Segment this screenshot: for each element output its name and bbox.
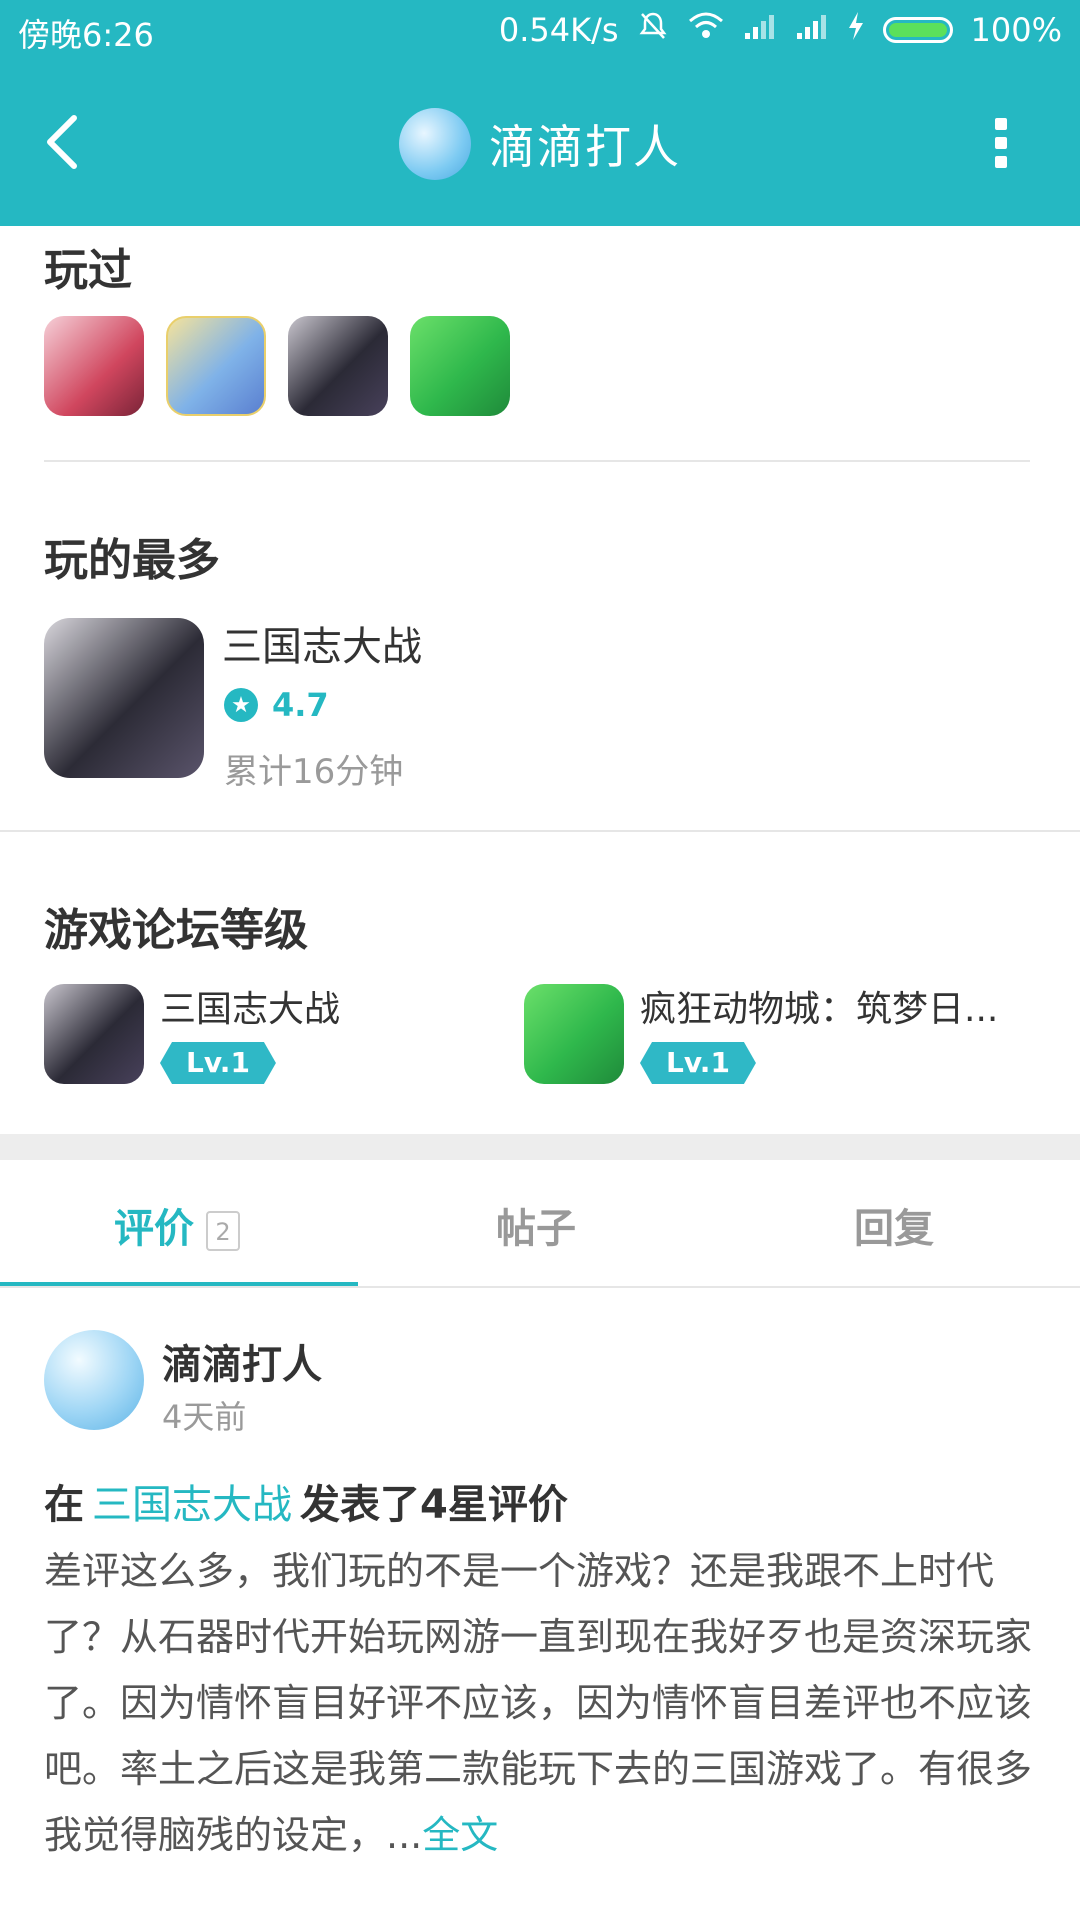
status-time: 傍晚6:26 bbox=[18, 16, 154, 54]
review-author-avatar[interactable] bbox=[44, 1330, 144, 1430]
divider bbox=[0, 1286, 1080, 1288]
battery-icon bbox=[882, 17, 953, 43]
review-time: 4天前 bbox=[162, 1398, 247, 1436]
level-badge-1: Lv.1 bbox=[160, 1042, 276, 1084]
wifi-icon bbox=[687, 11, 725, 49]
review-prefix: 在 bbox=[44, 1482, 84, 1528]
section-separator bbox=[0, 1134, 1080, 1160]
most-played-game-icon[interactable] bbox=[44, 618, 204, 778]
tab-reviews[interactable]: 评价 2 bbox=[114, 1196, 240, 1254]
status-right: 0.54K/s 100% bbox=[499, 10, 1062, 50]
forum-level-title: 游戏论坛等级 bbox=[44, 905, 308, 956]
bell-muted-icon bbox=[637, 10, 669, 50]
rating: ★ 4.7 bbox=[224, 686, 329, 724]
forum-game-name-1[interactable]: 三国志大战 bbox=[160, 980, 340, 1032]
read-more-link[interactable]: 全文 bbox=[422, 1813, 498, 1857]
header-title-group: 滴滴打人 bbox=[0, 108, 1080, 180]
game-icon-2[interactable] bbox=[166, 316, 266, 416]
review-game-link[interactable]: 三国志大战 bbox=[92, 1482, 292, 1528]
game-icon-4[interactable] bbox=[410, 316, 510, 416]
divider bbox=[44, 460, 1030, 462]
more-dot-icon bbox=[995, 137, 1007, 149]
star-icon: ★ bbox=[224, 688, 258, 722]
rating-value: 4.7 bbox=[272, 686, 329, 724]
level-badge-2: Lv.1 bbox=[640, 1042, 756, 1084]
header: 滴滴打人 bbox=[0, 62, 1080, 226]
more-menu-button[interactable] bbox=[994, 118, 1008, 168]
playtime: 累计16分钟 bbox=[224, 752, 404, 792]
battery-percent: 100% bbox=[970, 11, 1062, 49]
signal-icon-2 bbox=[795, 11, 829, 49]
top-bar: 傍晚6:26 0.54K/s 100% 滴滴打人 bbox=[0, 0, 1080, 226]
more-dot-icon bbox=[995, 118, 1007, 130]
signal-icon bbox=[743, 11, 777, 49]
divider bbox=[0, 830, 1080, 832]
forum-game-icon-2[interactable] bbox=[524, 984, 624, 1084]
game-icon-1[interactable] bbox=[44, 316, 144, 416]
review-body: 差评这么多，我们玩的不是一个游戏？还是我跟不上时代了？从石器时代开始玩网游一直到… bbox=[44, 1538, 1034, 1868]
most-played-game-name[interactable]: 三国志大战 bbox=[222, 614, 422, 672]
review-suffix: 发表了4星评价 bbox=[300, 1482, 568, 1528]
review-body-text: 差评这么多，我们玩的不是一个游戏？还是我跟不上时代了？从石器时代开始玩网游一直到… bbox=[44, 1549, 1033, 1857]
tab-posts[interactable]: 帖子 bbox=[496, 1196, 576, 1254]
forum-game-icon-1[interactable] bbox=[44, 984, 144, 1084]
forum-game-name-2[interactable]: 疯狂动物城：筑梦日... bbox=[640, 980, 998, 1032]
status-bar: 傍晚6:26 0.54K/s 100% bbox=[0, 0, 1080, 62]
tab-reviews-count: 2 bbox=[206, 1211, 240, 1251]
review-author-name[interactable]: 滴滴打人 bbox=[162, 1332, 322, 1390]
most-played-title: 玩的最多 bbox=[44, 535, 220, 586]
avatar bbox=[399, 108, 471, 180]
charging-icon bbox=[847, 11, 865, 49]
tab-reviews-label: 评价 bbox=[114, 1206, 194, 1252]
review-headline: 在三国志大战 发表了4星评价 bbox=[44, 1472, 568, 1530]
tab-replies[interactable]: 回复 bbox=[854, 1196, 934, 1254]
network-speed: 0.54K/s bbox=[498, 11, 619, 49]
page-title: 滴滴打人 bbox=[489, 120, 681, 174]
played-section-title: 玩过 bbox=[44, 245, 132, 296]
game-icon-3[interactable] bbox=[288, 316, 388, 416]
more-dot-icon bbox=[995, 156, 1007, 168]
